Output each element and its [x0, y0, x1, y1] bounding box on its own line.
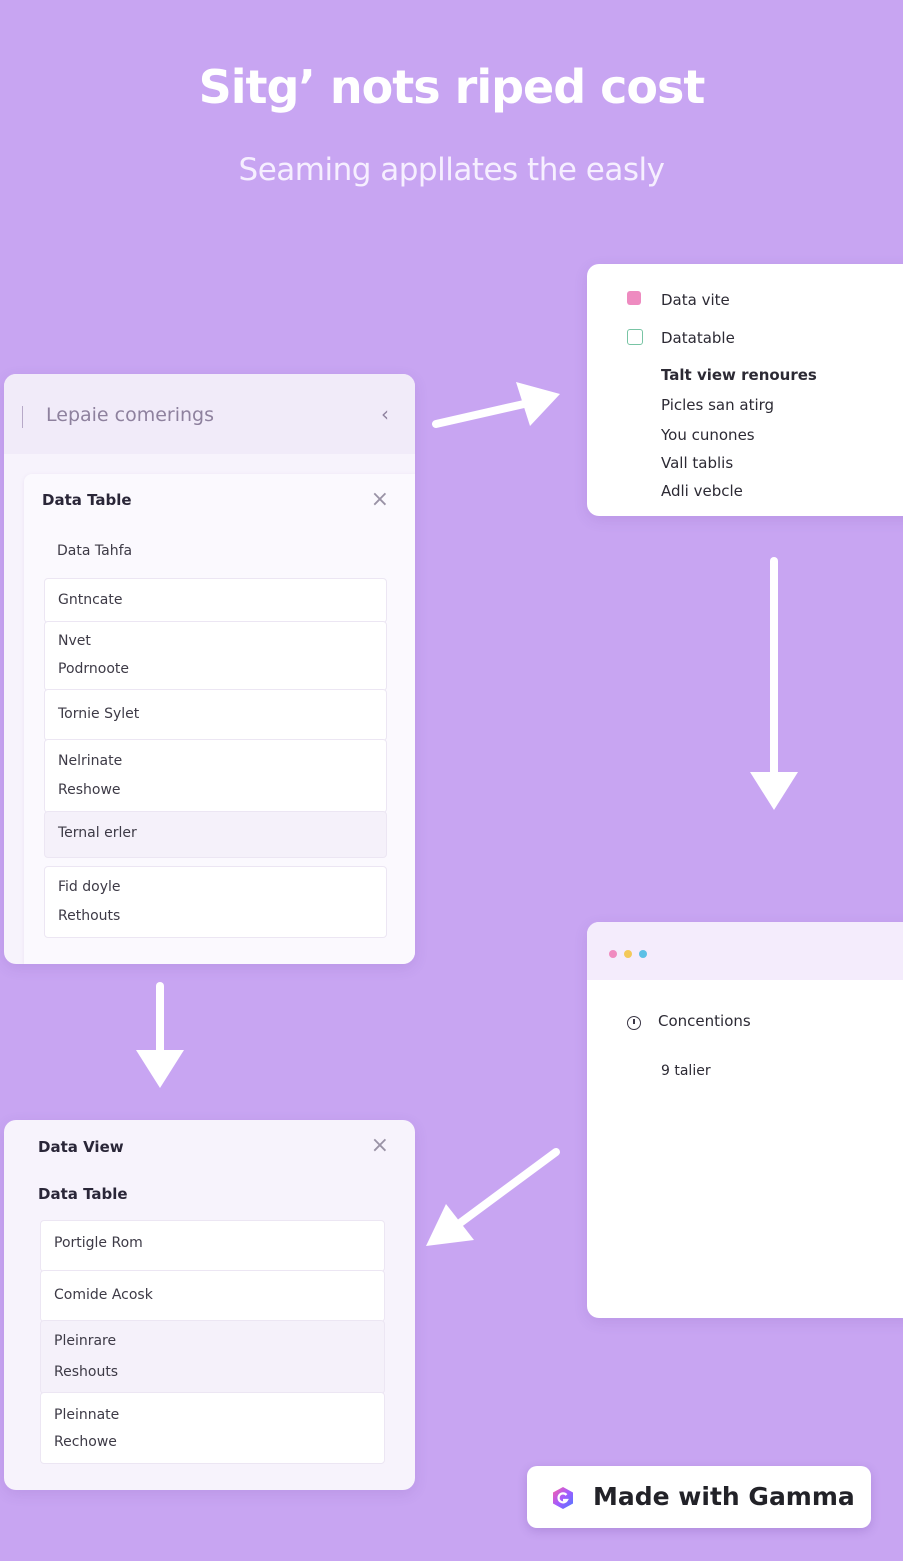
gamma-logo-icon: [553, 1487, 573, 1509]
arrow-icon: [136, 382, 798, 1246]
made-with-gamma-badge[interactable]: Made with Gamma: [527, 1466, 871, 1528]
badge-label: Made with Gamma: [593, 1482, 855, 1511]
